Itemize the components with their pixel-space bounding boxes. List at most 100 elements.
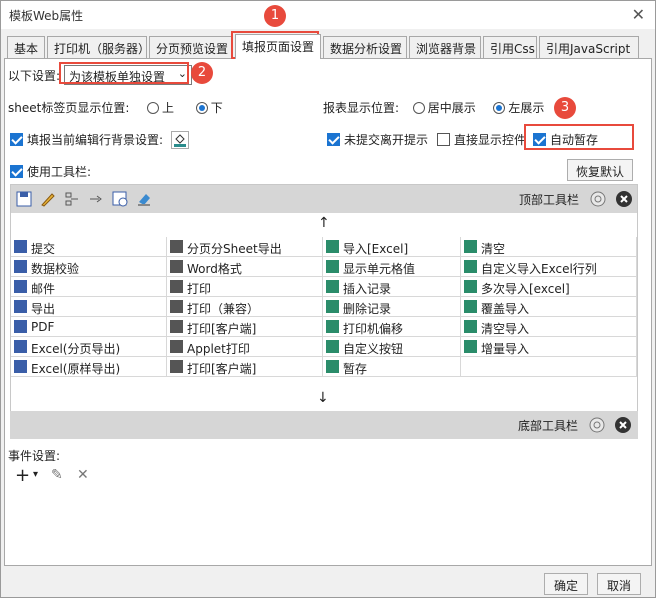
add-event-icon[interactable]: +	[15, 465, 30, 486]
delete-event-icon[interactable]: ✕	[77, 467, 89, 483]
toolbar-item[interactable]: 邮件	[11, 277, 167, 297]
toolbar-item-icon	[14, 340, 27, 353]
toolbar-item[interactable]: 打印[客户端]	[167, 317, 323, 337]
toolbar-item-icon	[170, 260, 183, 273]
toolbar-item[interactable]: 打印[客户端]	[167, 357, 323, 377]
toolbar-item-icon	[326, 260, 339, 273]
toolbar-item[interactable]: 覆盖导入	[461, 297, 637, 317]
tab-fill-page[interactable]: 填报页面设置	[235, 34, 321, 59]
restore-default-button[interactable]: 恢复默认	[567, 159, 633, 181]
toolbar-item-label: 导出	[31, 302, 56, 316]
toolbar-item-icon	[170, 360, 183, 373]
toolbar-item[interactable]: 清空导入	[461, 317, 637, 337]
events-label: 事件设置:	[8, 449, 61, 463]
toolbar-item-icon	[170, 300, 183, 313]
toolbar-item[interactable]: 多次导入[excel]	[461, 277, 637, 297]
bottom-toolbar-label: 底部工具栏	[518, 419, 579, 433]
toolbar-item-icon	[14, 300, 27, 313]
dialog-window: 模板Web属性 ✕ 基本 打印机（服务器） 分页预览设置 填报页面设置 数据分析…	[0, 0, 656, 598]
toolbar-item-icon	[326, 280, 339, 293]
toolbar-item-label: 自定义导入Excel行列	[481, 262, 597, 276]
report-center-radio[interactable]	[412, 102, 425, 114]
save-draft-icon[interactable]	[111, 190, 129, 208]
toolbar-item[interactable]: PDF	[11, 317, 167, 337]
toolbar-item[interactable]: Excel(分页导出)	[11, 337, 167, 357]
paint-bucket-icon[interactable]	[170, 131, 189, 149]
toolbar-item[interactable]: Word格式	[167, 257, 323, 277]
toolbar-item-label: PDF	[31, 320, 55, 334]
bottom-toolbar-header: 底部工具栏	[10, 411, 638, 439]
sheet-top-radio[interactable]	[147, 102, 160, 114]
tab-basic[interactable]: 基本	[7, 36, 45, 58]
report-left-radio[interactable]	[493, 102, 506, 114]
annotation-box-autosave	[524, 124, 634, 150]
toolbar-item[interactable]: 分页分Sheet导出	[167, 237, 323, 257]
toolbar-item[interactable]: 自定义按钮	[323, 337, 461, 357]
sheet-bottom-label: 下	[210, 101, 223, 115]
toolbar-item-icon	[464, 300, 477, 313]
remove-toolbar-icon[interactable]	[615, 190, 633, 208]
fill-bg-label: 填报当前编辑行背景设置:	[27, 133, 164, 147]
tab-bar: 基本 打印机（服务器） 分页预览设置 填报页面设置 数据分析设置 浏览器背景 引…	[7, 34, 647, 59]
gear-icon[interactable]	[589, 190, 607, 208]
toolbar-item-icon	[464, 260, 477, 273]
toolbar-item[interactable]: 打印机偏移	[323, 317, 461, 337]
scope-label: 以下设置:	[8, 69, 61, 83]
pencil-icon[interactable]	[39, 190, 57, 208]
eraser-icon[interactable]	[135, 190, 153, 208]
toolbar-item[interactable]: Applet打印	[167, 337, 323, 357]
tab-browser-bg[interactable]: 浏览器背景	[409, 36, 481, 58]
toolbar-item-label: 删除记录	[343, 302, 392, 316]
tab-page-preview[interactable]: 分页预览设置	[149, 36, 233, 58]
tab-css[interactable]: 引用Css	[483, 36, 537, 58]
use-toolbar-checkbox[interactable]	[10, 165, 23, 178]
insert-row-icon[interactable]	[63, 190, 81, 208]
toolbar-item-label: 打印机偏移	[343, 322, 404, 336]
window-title: 模板Web属性	[9, 9, 84, 23]
tab-javascript[interactable]: 引用JavaScript	[539, 36, 639, 58]
toolbar-item-label: 显示单元格值	[343, 262, 416, 276]
toolbar-item[interactable]: 数据校验	[11, 257, 167, 277]
toolbar-item[interactable]: 导出	[11, 297, 167, 317]
toolbar-item[interactable]: 暂存	[323, 357, 461, 377]
toolbar-item[interactable]: 打印（兼容）	[167, 297, 323, 317]
delete-row-icon[interactable]	[87, 190, 105, 208]
gear-icon[interactable]	[588, 416, 606, 434]
add-caret-icon[interactable]: ▾	[33, 469, 38, 480]
toolbar-item-icon	[170, 320, 183, 333]
report-position-row: 报表显示位置: 居中展示 左展示	[323, 99, 544, 116]
tab-printer[interactable]: 打印机（服务器）	[47, 36, 150, 58]
toolbar-item-icon	[326, 320, 339, 333]
sheet-bottom-radio[interactable]	[195, 102, 208, 114]
toolbar-item-label: 清空导入	[481, 322, 530, 336]
toolbar-item[interactable]: 打印	[167, 277, 323, 297]
edit-event-icon[interactable]: ✎	[51, 467, 63, 483]
fill-bg-checkbox[interactable]	[10, 133, 23, 146]
move-up-arrow[interactable]: ↑	[318, 215, 330, 231]
toolbar-item-label: 增量导入	[481, 342, 530, 356]
toolbar-item[interactable]: 自定义导入Excel行列	[461, 257, 637, 277]
toolbar-item-label: 邮件	[31, 282, 56, 296]
toolbar-item-label: 自定义按钮	[343, 342, 404, 356]
toolbar-item[interactable]: 显示单元格值	[323, 257, 461, 277]
toolbar-item-label: 暂存	[343, 362, 368, 376]
save-icon[interactable]	[15, 190, 33, 208]
toolbar-item-label: 导入[Excel]	[343, 242, 409, 256]
close-icon[interactable]: ✕	[632, 5, 645, 24]
toolbar-item[interactable]: 清空	[461, 237, 637, 257]
move-down-arrow[interactable]: ↓	[317, 390, 329, 406]
cancel-button[interactable]: 取消	[597, 573, 641, 595]
report-center-label: 居中展示	[427, 101, 476, 115]
ok-button[interactable]: 确定	[544, 573, 588, 595]
toolbar-item[interactable]: 删除记录	[323, 297, 461, 317]
toolbar-item[interactable]: 提交	[11, 237, 167, 257]
toolbar-item[interactable]: Excel(原样导出)	[11, 357, 167, 377]
use-toolbar-label: 使用工具栏:	[27, 165, 92, 179]
toolbar-item[interactable]: 插入记录	[323, 277, 461, 297]
unsubmitted-checkbox[interactable]	[327, 133, 340, 146]
remove-toolbar-icon[interactable]	[614, 416, 632, 434]
tab-data-analysis[interactable]: 数据分析设置	[323, 36, 407, 58]
toolbar-item[interactable]: 增量导入	[461, 337, 637, 357]
direct-show-checkbox[interactable]	[437, 133, 450, 146]
toolbar-item[interactable]: 导入[Excel]	[323, 237, 461, 257]
